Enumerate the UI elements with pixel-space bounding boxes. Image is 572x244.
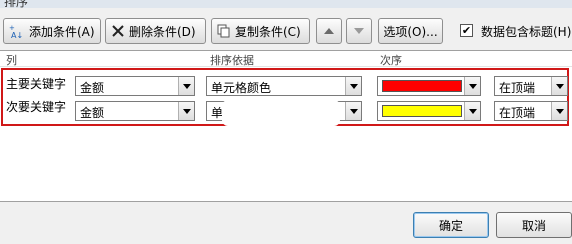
chevron-down-icon[interactable] xyxy=(345,77,361,95)
options-label: 选项(O)... xyxy=(383,24,438,39)
sort-on-select-value: 单元格颜色 xyxy=(211,81,272,95)
chevron-down-icon[interactable] xyxy=(464,102,480,120)
column-select-value: 金额 xyxy=(80,81,105,95)
chevron-down-icon[interactable] xyxy=(345,102,361,120)
ok-label: 确定 xyxy=(438,218,463,233)
order-color-swatch xyxy=(382,105,462,117)
position-select[interactable]: 在顶端 xyxy=(494,76,568,96)
arrow-down-icon xyxy=(354,27,364,35)
chevron-down-icon[interactable] xyxy=(178,77,194,95)
order-color-select[interactable] xyxy=(377,101,481,121)
has-headers-label: 数据包含标题(H) xyxy=(481,25,572,39)
position-select-value: 在顶端 xyxy=(499,81,536,95)
move-down-button[interactable] xyxy=(346,18,372,44)
sort-level-label: 次要关键字 xyxy=(6,100,67,114)
copy-condition-button[interactable]: 复制条件(C) xyxy=(211,18,310,44)
add-condition-label: 添加条件(A) xyxy=(29,24,95,39)
column-select[interactable]: 金额 xyxy=(75,101,195,121)
cancel-button[interactable]: 取消 xyxy=(496,212,572,238)
arrow-up-icon xyxy=(324,27,334,35)
header-order: 次序 xyxy=(380,54,402,67)
dialog-title: 排序 xyxy=(4,0,29,8)
header-sort-on: 排序依据 xyxy=(210,54,254,67)
has-headers-checkbox[interactable]: ✔ xyxy=(460,24,473,37)
sort-levels-list: 列 排序依据 次序 主要关键字 金额 单元格颜色 在顶端 次要关键字 金额 单 … xyxy=(0,50,572,202)
column-headers: 列 排序依据 次序 xyxy=(0,51,572,67)
delete-condition-label: 删除条件(D) xyxy=(129,24,196,39)
column-select-value: 金额 xyxy=(80,106,105,120)
order-color-swatch xyxy=(382,80,462,92)
ok-button[interactable]: 确定 xyxy=(413,212,489,238)
position-select-value: 在顶端 xyxy=(499,106,536,120)
add-condition-button[interactable]: + A↓ 添加条件(A) xyxy=(3,18,101,44)
order-color-select[interactable] xyxy=(377,76,481,96)
chevron-down-icon[interactable] xyxy=(551,77,567,95)
redaction-smudge xyxy=(222,100,340,126)
delete-condition-button[interactable]: 删除条件(D) xyxy=(105,18,206,44)
position-select[interactable]: 在顶端 xyxy=(494,101,568,121)
header-column: 列 xyxy=(6,54,17,67)
sort-on-select[interactable]: 单元格颜色 xyxy=(206,76,362,96)
cancel-label: 取消 xyxy=(521,218,546,233)
dialog-titlebar: 排序 xyxy=(0,0,572,8)
copy-icon xyxy=(217,24,231,38)
move-up-button[interactable] xyxy=(316,18,342,44)
checkmark-icon: ✔ xyxy=(461,24,472,37)
add-level-icon: + A↓ xyxy=(9,23,25,39)
delete-x-icon xyxy=(111,24,125,38)
sort-level-label: 主要关键字 xyxy=(6,77,67,91)
chevron-down-icon[interactable] xyxy=(551,102,567,120)
svg-text:A↓: A↓ xyxy=(11,31,23,39)
column-select[interactable]: 金额 xyxy=(75,76,195,96)
options-button[interactable]: 选项(O)... xyxy=(378,18,443,44)
copy-condition-label: 复制条件(C) xyxy=(235,24,301,39)
chevron-down-icon[interactable] xyxy=(178,102,194,120)
chevron-down-icon[interactable] xyxy=(464,77,480,95)
